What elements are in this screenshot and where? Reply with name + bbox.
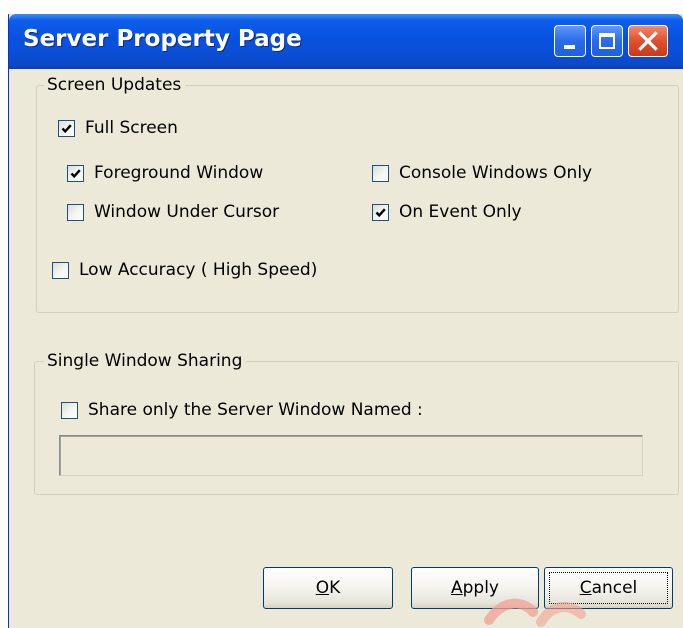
share-only-label: Share only the Server Window Named : (88, 400, 423, 420)
minimize-button[interactable] (554, 25, 586, 57)
full-screen-checkbox[interactable]: Full Screen (58, 118, 178, 138)
full-screen-label: Full Screen (85, 118, 178, 138)
console-windows-only-label: Console Windows Only (399, 163, 593, 183)
checkbox-box (61, 401, 78, 419)
window-under-cursor-checkbox[interactable]: Window Under Cursor (67, 202, 279, 222)
maximize-button[interactable] (591, 25, 623, 57)
checkbox-box (372, 164, 389, 182)
checkbox-box (52, 261, 69, 279)
close-button[interactable] (628, 25, 668, 57)
cancel-label-rest: ancel (591, 578, 638, 598)
single-window-sharing-legend: Single Window Sharing (44, 351, 247, 371)
cancel-button[interactable]: Cancel (544, 567, 673, 609)
checkbox-box (58, 119, 75, 137)
foreground-window-label: Foreground Window (94, 163, 264, 183)
close-icon (638, 31, 658, 51)
console-windows-only-checkbox[interactable]: Console Windows Only (372, 163, 592, 183)
share-only-checkbox[interactable]: Share only the Server Window Named : (61, 400, 423, 420)
checkbox-box (67, 164, 84, 182)
low-accuracy-checkbox[interactable]: Low Accuracy ( High Speed) (52, 260, 317, 280)
ok-button[interactable]: OK (263, 567, 393, 609)
ok-mnemonic: O (315, 578, 330, 598)
server-window-name-input[interactable] (59, 435, 643, 476)
on-event-only-label: On Event Only (399, 202, 522, 222)
checkmark-icon (375, 207, 386, 217)
low-accuracy-label: Low Accuracy ( High Speed) (79, 260, 318, 280)
minimize-icon (564, 45, 575, 49)
checkmark-icon (61, 123, 72, 133)
window-under-cursor-label: Window Under Cursor (94, 202, 280, 222)
apply-label-rest: pply (462, 578, 499, 598)
checkbox-box (372, 203, 389, 221)
screen-updates-legend: Screen Updates (44, 75, 186, 95)
foreground-window-checkbox[interactable]: Foreground Window (67, 163, 263, 183)
apply-mnemonic: A (450, 578, 463, 598)
ok-label-rest: K (329, 578, 341, 598)
title-bar[interactable]: Server Property Page (9, 14, 683, 69)
window-title: Server Property Page (23, 26, 302, 52)
cancel-mnemonic: C (579, 578, 592, 598)
checkmark-icon (70, 168, 81, 178)
apply-button[interactable]: Apply (411, 567, 539, 609)
server-property-dialog: Server Property Page Screen Updates Full… (8, 14, 683, 628)
checkbox-box (67, 203, 84, 221)
maximize-icon (599, 33, 615, 49)
on-event-only-checkbox[interactable]: On Event Only (372, 202, 522, 222)
